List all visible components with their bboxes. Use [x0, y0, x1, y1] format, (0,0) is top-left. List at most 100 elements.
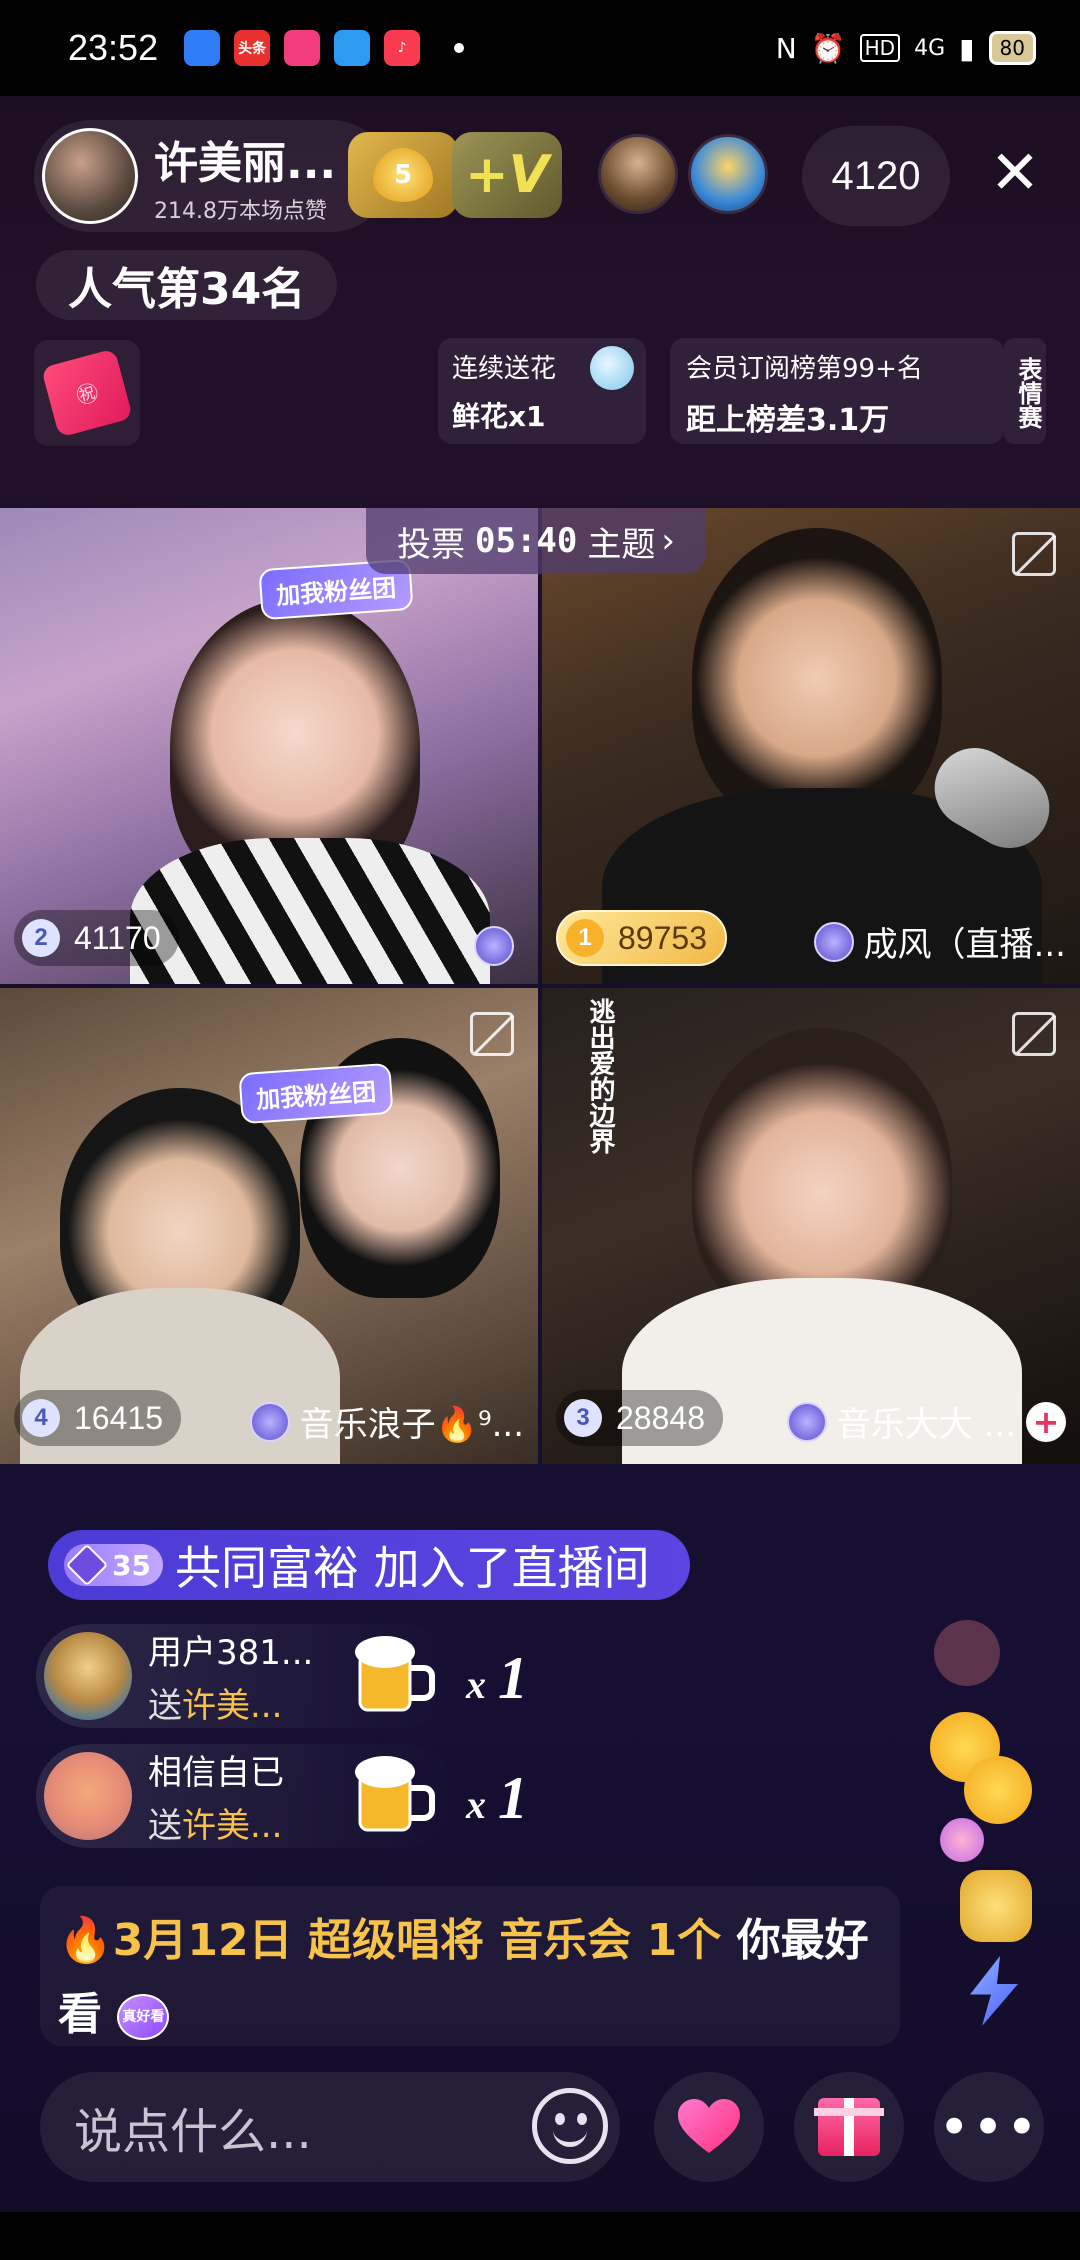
host-tag[interactable]: 音乐浪子🔥⁹...	[249, 1397, 524, 1446]
beer-gift-icon	[346, 1744, 442, 1840]
level-badge-icon	[474, 926, 514, 966]
beer-gift-icon	[346, 1624, 442, 1720]
like-button[interactable]	[654, 2072, 764, 2182]
anchor-info[interactable]: 许美丽... 214.8万本场点赞	[34, 120, 388, 232]
red-packet-button[interactable]: ㊗	[34, 340, 140, 446]
gift-target-line: 送许美...	[148, 1798, 284, 1847]
pink-app-icon	[284, 30, 321, 66]
notice-main: 超级唱将 音乐会	[307, 1915, 632, 1966]
host-name: 成风（直播...	[863, 925, 1066, 965]
user-level-badge: 35	[64, 1543, 163, 1587]
join-banner: 35 共同富裕 加入了直播间	[48, 1530, 690, 1600]
gift-count: x1	[466, 1644, 528, 1713]
score-value: 28848	[616, 1399, 705, 1436]
mute-icon[interactable]	[470, 1012, 514, 1056]
gift-message[interactable]: 用户381... 送许美... x1	[36, 1624, 528, 1728]
laugh-emoji-icon	[964, 1756, 1032, 1824]
times-symbol: x	[466, 1782, 486, 1827]
battery-icon: 80	[988, 31, 1036, 65]
follow-plus-icon[interactable]: +	[1026, 1401, 1066, 1442]
system-nav-bar	[0, 2212, 1080, 2260]
send-label: 送	[148, 1686, 182, 1726]
rank-number: 2	[22, 919, 60, 957]
gift-target: 许美...	[182, 1686, 283, 1726]
heart-icon	[678, 2099, 740, 2155]
video-tile-3[interactable]: 加我粉丝团 4 16415 音乐浪子🔥⁹...	[0, 988, 538, 1464]
popularity-rank[interactable]: 人气第34名	[36, 250, 338, 320]
flower-icon	[590, 346, 634, 390]
thumbs-up-icon	[960, 1870, 1032, 1942]
score-pill: 3 28848	[556, 1390, 723, 1446]
fan-club-tag[interactable]: 加我粉丝团	[238, 1062, 394, 1125]
member-ranking-card[interactable]: 会员订阅榜第99+名 距上榜差3.1万	[670, 338, 1004, 444]
viewer-avatar[interactable]	[688, 134, 768, 214]
score-value: 16415	[74, 1399, 163, 1436]
emoji-contest-card[interactable]: 表情赛	[1004, 338, 1046, 444]
level-badge-icon	[786, 1401, 827, 1442]
host-name: 音乐浪子🔥⁹...	[299, 1405, 524, 1445]
gift-button[interactable]	[794, 2072, 904, 2182]
host-tag[interactable]: 成风（直播...	[813, 917, 1066, 966]
gift-target: 许美...	[182, 1806, 283, 1846]
reaction-bubble-icon	[934, 1620, 1000, 1686]
hd-icon: HD	[859, 34, 901, 62]
vote-timer: 05:40	[475, 521, 578, 561]
vote-bar[interactable]: 投票 05:40 主题 ›	[366, 508, 706, 574]
rank-number: 1	[566, 919, 604, 957]
score-value: 41170	[74, 919, 161, 956]
video-tile-1[interactable]: 加我粉丝团 2 41170	[0, 508, 538, 984]
level-badge-icon	[249, 1401, 290, 1442]
video-tile-4[interactable]: 逃出爱的边界 3 28848 音乐大大 ... +	[542, 988, 1080, 1464]
mute-icon[interactable]	[1012, 532, 1056, 576]
browser-app-icon	[334, 30, 371, 66]
member-title: 会员订阅榜第99+名	[686, 354, 923, 384]
gift-user-avatar[interactable]	[44, 1752, 132, 1840]
level-badge-icon	[813, 921, 854, 962]
flower-count: 鲜花x1	[452, 400, 546, 433]
gift-user-avatar[interactable]	[44, 1632, 132, 1720]
viewer-count[interactable]: 4120	[802, 126, 950, 226]
emoji-button[interactable]	[532, 2088, 608, 2164]
level-hex-icon	[65, 1543, 109, 1587]
nfc-icon: Ν	[775, 31, 797, 65]
gift-message[interactable]: 相信自已 送许美... x1	[36, 1744, 528, 1848]
host-tag[interactable]	[474, 926, 524, 966]
score-pill: 4 16415	[14, 1390, 181, 1446]
music-app-icon: ♪	[384, 30, 421, 66]
network-label: 4G	[914, 35, 946, 61]
status-bar: 23:52 头条 ♪ Ν ⏰ HD 4G ▮ 80	[0, 0, 1080, 96]
host-tag[interactable]: 音乐大大 ... +	[786, 1397, 1066, 1446]
fan-club-badge[interactable]: 5	[348, 132, 458, 218]
gift-count-value: 1	[498, 1645, 528, 1711]
user-level: 35	[112, 1548, 151, 1582]
flower-card[interactable]: 连续送花 鲜花x1	[438, 338, 646, 444]
lightning-icon	[970, 1956, 1018, 2026]
vote-topic: 主题	[587, 524, 656, 565]
gift-target-line: 送许美...	[148, 1678, 313, 1727]
mute-icon[interactable]	[1012, 1012, 1056, 1056]
fire-icon: 🔥	[58, 1915, 113, 1966]
video-grid: 加我粉丝团 2 41170 1 89753 成风（直播... 加我粉丝团 4 1…	[0, 508, 1080, 1464]
top-viewers[interactable]	[598, 134, 778, 214]
vip-badge[interactable]: +V	[452, 132, 562, 218]
rank-number: 4	[22, 1399, 60, 1437]
status-time: 23:52	[68, 27, 159, 68]
close-button[interactable]: ✕	[980, 138, 1050, 208]
times-symbol: x	[466, 1662, 486, 1707]
chat-notice: 🔥3月12日 超级唱将 音乐会 1个 你最好看 真好看	[40, 1886, 900, 2046]
floating-reactions	[930, 1620, 1040, 2050]
performer-image	[692, 528, 942, 828]
toutiao-app-icon: 头条	[234, 30, 271, 66]
gift-icon	[814, 2098, 884, 2156]
send-label: 送	[148, 1806, 182, 1846]
score-pill: 2 41170	[14, 910, 179, 966]
status-indicators: Ν ⏰ HD 4G ▮ 80	[776, 31, 1036, 65]
gift-user-name: 用户381...	[148, 1633, 314, 1673]
rank-number: 3	[564, 1399, 602, 1437]
anchor-avatar[interactable]	[42, 128, 138, 224]
red-packet-icon: ㊗	[40, 348, 134, 438]
more-button[interactable]: •••	[934, 2072, 1044, 2182]
notice-date: 3月12日	[112, 1915, 293, 1966]
video-tile-2[interactable]: 1 89753 成风（直播...	[542, 508, 1080, 984]
viewer-avatar[interactable]	[598, 134, 678, 214]
